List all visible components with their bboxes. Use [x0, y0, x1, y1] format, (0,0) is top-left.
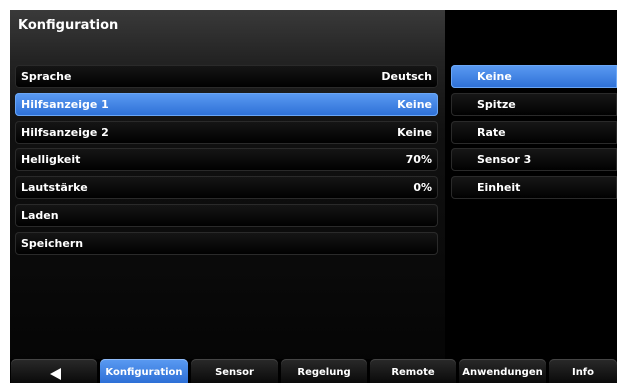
setting-row-helligkeit[interactable]: Helligkeit 70% [15, 148, 438, 171]
tab-anwendungen[interactable]: Anwendungen [459, 359, 546, 383]
setting-row-sprache[interactable]: Sprache Deutsch [15, 65, 438, 88]
option-spitze[interactable]: Spitze [451, 93, 617, 116]
setting-label: Speichern [21, 237, 84, 250]
setting-label: Laden [21, 209, 59, 222]
option-rate[interactable]: Rate [451, 121, 617, 144]
tab-back[interactable] [11, 359, 97, 383]
tab-konfiguration[interactable]: Konfiguration [100, 359, 188, 383]
setting-value: Keine [397, 98, 432, 111]
back-arrow-icon [50, 368, 61, 380]
setting-value: Deutsch [381, 70, 432, 83]
setting-label: Hilfsanzeige 2 [21, 126, 109, 139]
option-label: Keine [477, 70, 512, 83]
setting-row-laden[interactable]: Laden [15, 204, 438, 227]
setting-label: Hilfsanzeige 1 [21, 98, 109, 111]
configuration-panel: Konfiguration Sprache Deutsch Hilfsanzei… [10, 10, 445, 362]
tab-bar: Konfiguration Sensor Regelung Remote Anw… [10, 359, 617, 383]
setting-label: Helligkeit [21, 153, 81, 166]
tab-remote[interactable]: Remote [370, 359, 456, 383]
page-title: Konfiguration [18, 18, 119, 33]
setting-row-hilfsanzeige-2[interactable]: Hilfsanzeige 2 Keine [15, 121, 438, 144]
option-label: Einheit [477, 181, 521, 194]
setting-value: 70% [405, 153, 432, 166]
setting-value: 0% [413, 181, 432, 194]
setting-value: Keine [397, 126, 432, 139]
option-keine[interactable]: Keine [451, 65, 617, 88]
setting-row-lautstaerke[interactable]: Lautstärke 0% [15, 176, 438, 199]
setting-label: Sprache [21, 70, 72, 83]
setting-row-hilfsanzeige-1[interactable]: Hilfsanzeige 1 Keine [15, 93, 438, 116]
option-sensor-3[interactable]: Sensor 3 [451, 148, 617, 171]
tab-sensor[interactable]: Sensor [191, 359, 278, 383]
option-label: Rate [477, 126, 506, 139]
option-label: Spitze [477, 98, 516, 111]
option-einheit[interactable]: Einheit [451, 176, 617, 199]
tab-info[interactable]: Info [549, 359, 617, 383]
setting-label: Lautstärke [21, 181, 88, 194]
setting-row-speichern[interactable]: Speichern [15, 232, 438, 255]
tab-regelung[interactable]: Regelung [281, 359, 367, 383]
option-label: Sensor 3 [477, 153, 532, 166]
device-screen: Konfiguration Sprache Deutsch Hilfsanzei… [10, 10, 617, 383]
